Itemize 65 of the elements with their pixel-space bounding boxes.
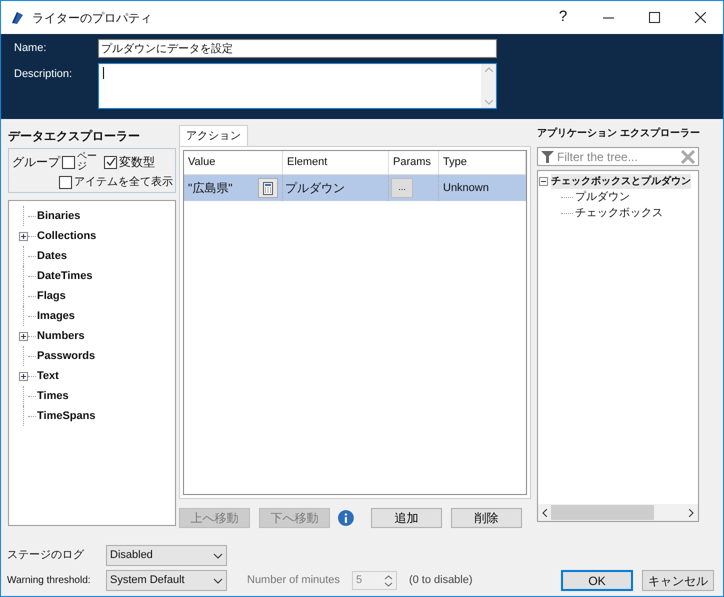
filter-icon bbox=[541, 150, 554, 162]
tree-item[interactable]: TimeSpans bbox=[37, 408, 96, 424]
tree-item[interactable]: Text bbox=[37, 368, 59, 384]
description-field[interactable] bbox=[98, 63, 497, 109]
description-label: Description: bbox=[14, 67, 74, 82]
checkbox[interactable] bbox=[59, 176, 72, 189]
scroll-left-icon[interactable] bbox=[542, 508, 547, 516]
checkbox-label: アイテムを全て表示 bbox=[74, 175, 173, 190]
chevron-down-icon bbox=[213, 552, 223, 558]
minimize-icon bbox=[602, 16, 614, 18]
expand-icon[interactable] bbox=[19, 332, 28, 340]
filter-field[interactable]: Filter the tree... bbox=[557, 148, 681, 166]
info-icon[interactable] bbox=[338, 510, 354, 526]
close-icon bbox=[694, 12, 706, 23]
tree-item[interactable]: DateTimes bbox=[37, 268, 92, 284]
collapse-icon[interactable] bbox=[539, 176, 548, 186]
expand-icon[interactable] bbox=[19, 232, 28, 240]
table-cell: プルダウン bbox=[283, 175, 389, 201]
panel-title: データエクスプローラー bbox=[8, 128, 141, 145]
tree-item[interactable]: Dates bbox=[37, 248, 67, 264]
checkbox[interactable] bbox=[62, 156, 75, 168]
column-header[interactable]: Params bbox=[389, 151, 439, 174]
table-cell-text: Unknown bbox=[442, 180, 490, 196]
ok-button[interactable]: OK bbox=[561, 570, 633, 591]
checkbox-label: 変数型 bbox=[119, 154, 155, 171]
expand-icon[interactable] bbox=[19, 372, 28, 380]
tab[interactable]: アクション bbox=[179, 125, 248, 146]
chevron-down-icon bbox=[213, 578, 223, 584]
column-header[interactable]: Value bbox=[184, 151, 283, 174]
tree-item[interactable]: Times bbox=[37, 388, 69, 404]
tree-item[interactable]: Numbers bbox=[37, 328, 85, 344]
tree-item[interactable]: チェックボックスとプルダウン bbox=[551, 174, 691, 188]
checkbox[interactable] bbox=[104, 156, 117, 168]
help-button[interactable]: ? bbox=[543, 2, 583, 32]
calculator-icon[interactable] bbox=[258, 178, 278, 198]
group-label: グループ bbox=[12, 154, 60, 171]
minutes-hint: (0 to disable) bbox=[408, 573, 473, 588]
name-label: Name: bbox=[14, 41, 48, 56]
checkbox-label: ページ bbox=[77, 152, 98, 172]
tree-item[interactable]: Collections bbox=[37, 228, 96, 244]
add-button[interactable]: 追加 bbox=[370, 508, 442, 528]
table-row[interactable]: "広島県" プルダウン ... Unknown bbox=[184, 175, 526, 201]
tree-item[interactable]: Passwords bbox=[37, 348, 96, 364]
params-button[interactable]: ... bbox=[391, 178, 413, 198]
maximize-icon bbox=[648, 12, 660, 23]
tree-item[interactable]: Flags bbox=[37, 288, 66, 304]
scroll-right-icon[interactable] bbox=[689, 508, 694, 516]
warning-threshold-label: Warning threshold: bbox=[7, 574, 92, 588]
stage-log-label: ステージのログ bbox=[7, 548, 86, 564]
column-header[interactable]: Type bbox=[439, 151, 526, 174]
tree-item[interactable]: Images bbox=[37, 308, 75, 324]
name-field[interactable]: プルダウンにデータを設定 bbox=[98, 39, 497, 58]
warning-threshold-dropdown[interactable]: System Default bbox=[106, 570, 227, 591]
app-logo-icon bbox=[10, 10, 24, 24]
panel-title: アプリケーション エクスプローラー bbox=[537, 127, 700, 141]
filter-box[interactable]: Filter the tree... bbox=[537, 147, 699, 166]
tree-item[interactable]: Binaries bbox=[37, 208, 80, 224]
minutes-label: Number of minutes bbox=[247, 573, 340, 588]
cancel-button[interactable]: キャンセル bbox=[642, 570, 714, 591]
scrollbar[interactable] bbox=[538, 504, 698, 521]
window-title: ライターのプロパティ bbox=[32, 10, 152, 26]
delete-button[interactable]: 削除 bbox=[450, 508, 522, 528]
column-header[interactable]: Element bbox=[283, 151, 389, 174]
stage-log-dropdown[interactable]: Disabled bbox=[106, 545, 227, 566]
table-cell-text: "広島県" bbox=[188, 180, 234, 197]
